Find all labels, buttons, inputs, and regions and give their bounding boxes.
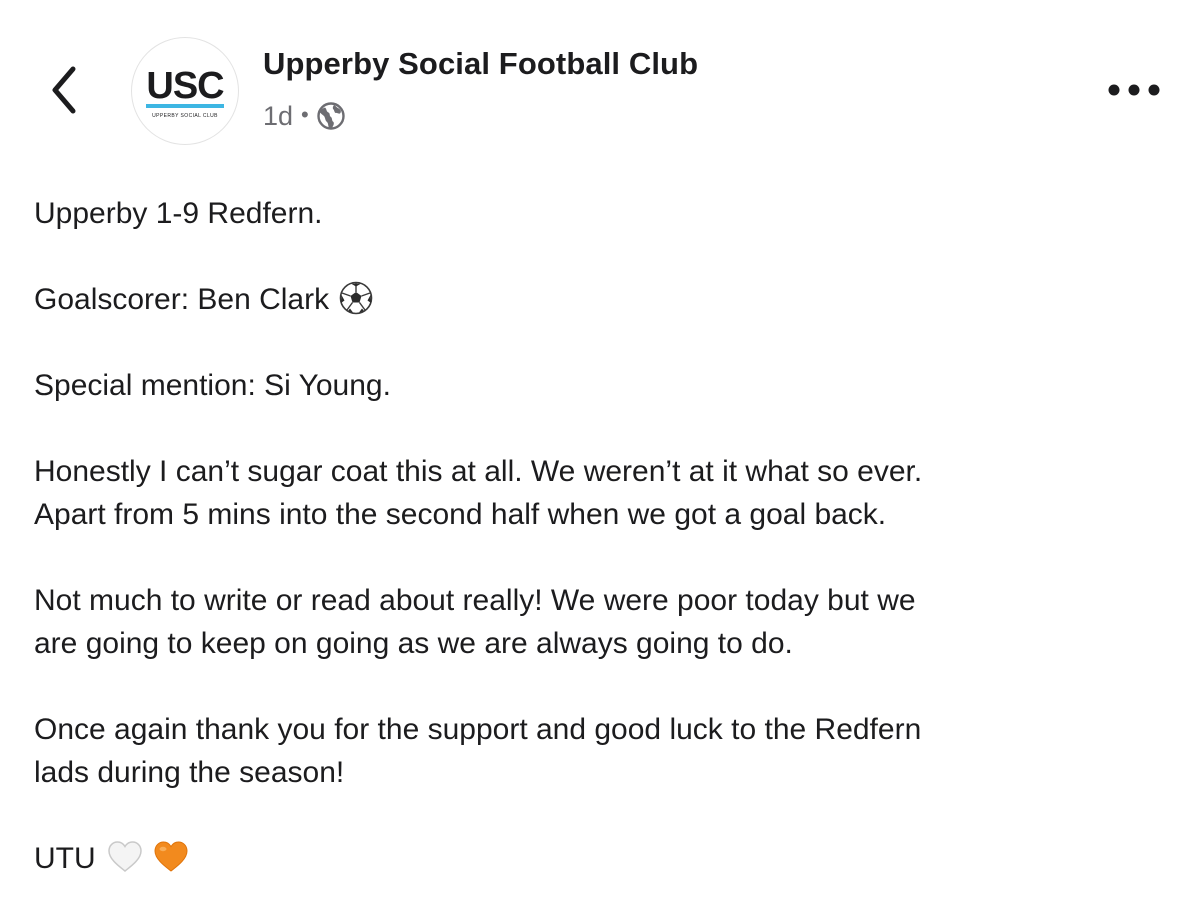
post-text-line: UTU <box>34 842 96 875</box>
post-text-line: Special mention: Si Young. <box>34 369 391 402</box>
post-text-line: Upperby 1-9 Redfern. <box>34 197 323 230</box>
post-text-line: Apart from 5 mins into the second half w… <box>34 498 887 531</box>
post-paragraph: UTU <box>34 837 1174 880</box>
orange-heart-icon <box>154 841 188 872</box>
post-paragraph: Upperby 1-9 Redfern. <box>34 192 1174 235</box>
post-body: Upperby 1-9 Redfern. Goalscorer: Ben Cla… <box>34 192 1174 923</box>
post-text-line: Not much to write or read about really! … <box>34 584 916 617</box>
avatar[interactable]: USC UPPERBY SOCIAL CLUB <box>131 37 239 145</box>
post-text-line: Goalscorer: Ben Clark <box>34 283 330 316</box>
avatar-monogram: USC <box>146 65 224 107</box>
post-text-line: Honestly I can’t sugar coat this at all.… <box>34 455 923 488</box>
post-paragraph: Honestly I can’t sugar coat this at all.… <box>34 450 1174 536</box>
post-meta: 1d • <box>263 98 346 134</box>
chevron-left-icon <box>52 66 76 114</box>
post-timestamp[interactable]: 1d <box>263 101 293 132</box>
post-paragraph: Goalscorer: Ben Clark <box>34 278 1174 321</box>
post-text-line: Once again thank you for the support and… <box>34 713 922 746</box>
avatar-underline <box>146 104 224 108</box>
globe-icon <box>317 102 345 130</box>
post-paragraph: Special mention: Si Young. <box>34 364 1174 407</box>
more-horizontal-icon <box>1108 84 1160 96</box>
soccer-ball-icon <box>339 281 373 315</box>
white-heart-icon <box>107 841 142 872</box>
more-options-button[interactable] <box>1104 72 1164 108</box>
back-button[interactable] <box>36 60 92 120</box>
page-title[interactable]: Upperby Social Football Club <box>263 46 698 82</box>
avatar-ring-text: UPPERBY SOCIAL CLUB <box>152 113 218 119</box>
post-text-line: are going to keep on going as we are alw… <box>34 627 793 660</box>
post-paragraph: Not much to write or read about really! … <box>34 579 1174 665</box>
meta-separator: • <box>301 102 309 127</box>
post-header: USC UPPERBY SOCIAL CLUB Upperby Social F… <box>0 0 1200 170</box>
post-paragraph: Once again thank you for the support and… <box>34 708 1174 794</box>
post-text-line: lads during the season! <box>34 756 345 789</box>
